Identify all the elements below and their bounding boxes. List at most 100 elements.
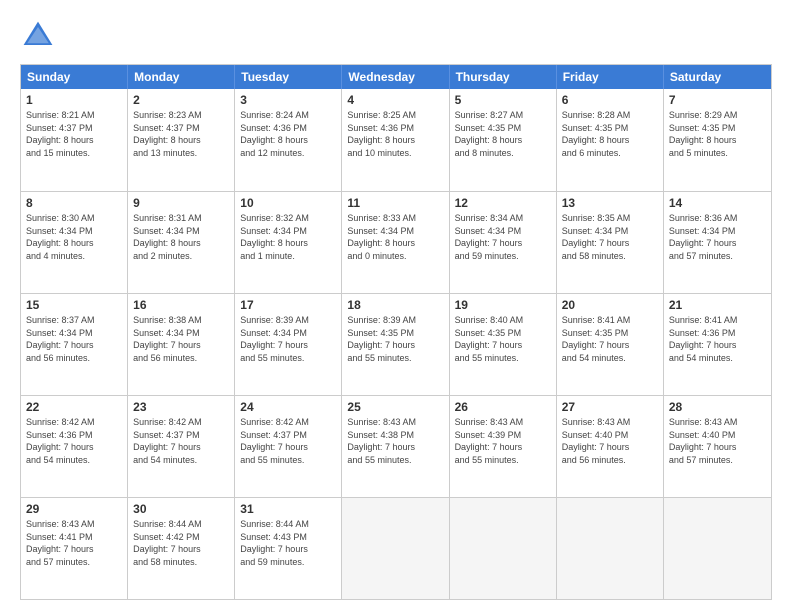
day-info: Sunrise: 8:24 AM Sunset: 4:36 PM Dayligh…	[240, 109, 336, 159]
day-cell-31: 31Sunrise: 8:44 AM Sunset: 4:43 PM Dayli…	[235, 498, 342, 599]
logo-icon	[20, 18, 56, 54]
day-info: Sunrise: 8:43 AM Sunset: 4:38 PM Dayligh…	[347, 416, 443, 466]
day-cell-16: 16 Sunrise: 8:38 AM Sunset: 4:34 PM Dayli…	[128, 294, 235, 395]
day-info: Sunrise: 8:23 AM Sunset: 4:37 PM Dayligh…	[133, 109, 229, 159]
page: SundayMondayTuesdayWednesdayThursdayFrid…	[0, 0, 792, 612]
day-info: Sunrise: 8:30 AM Sunset: 4:34 PM Dayligh…	[26, 212, 122, 262]
day-number: 12	[455, 196, 551, 210]
day-info: Sunrise: 8:43 AM Sunset: 4:39 PM Dayligh…	[455, 416, 551, 466]
day-cell-28: 28 Sunrise: 8:43 AM Sunset: 4:40 PM Dayli…	[664, 396, 771, 497]
day-number: 23	[133, 400, 229, 414]
calendar: SundayMondayTuesdayWednesdayThursdayFrid…	[20, 64, 772, 600]
day-cell-12: 12 Sunrise: 8:34 AM Sunset: 4:34 PM Dayli…	[450, 192, 557, 293]
day-number: 3	[240, 93, 336, 107]
day-cell-13: 13 Sunrise: 8:35 AM Sunset: 4:34 PM Dayli…	[557, 192, 664, 293]
day-cell-1: 1 Sunrise: 8:21 AM Sunset: 4:37 PM Daylig…	[21, 89, 128, 191]
header-day-thursday: Thursday	[450, 65, 557, 89]
header-day-tuesday: Tuesday	[235, 65, 342, 89]
week-row-2: 8 Sunrise: 8:30 AM Sunset: 4:34 PM Daylig…	[21, 191, 771, 293]
day-number: 18	[347, 298, 443, 312]
day-info: Sunrise: 8:35 AM Sunset: 4:34 PM Dayligh…	[562, 212, 658, 262]
day-number: 2	[133, 93, 229, 107]
day-cell-25: 25 Sunrise: 8:43 AM Sunset: 4:38 PM Dayli…	[342, 396, 449, 497]
header-day-wednesday: Wednesday	[342, 65, 449, 89]
day-number: 6	[562, 93, 658, 107]
empty-cell	[342, 498, 449, 599]
day-info: Sunrise: 8:39 AM Sunset: 4:34 PM Dayligh…	[240, 314, 336, 364]
day-info: Sunrise: 8:44 AM Sunset: 4:43 PM Dayligh…	[240, 518, 336, 568]
day-number: 9	[133, 196, 229, 210]
day-number: 21	[669, 298, 766, 312]
day-number: 7	[669, 93, 766, 107]
header	[20, 18, 772, 54]
day-cell-4: 4 Sunrise: 8:25 AM Sunset: 4:36 PM Daylig…	[342, 89, 449, 191]
day-number: 27	[562, 400, 658, 414]
day-cell-14: 14Sunrise: 8:36 AM Sunset: 4:34 PM Dayli…	[664, 192, 771, 293]
day-info: Sunrise: 8:34 AM Sunset: 4:34 PM Dayligh…	[455, 212, 551, 262]
day-number: 10	[240, 196, 336, 210]
day-cell-9: 9 Sunrise: 8:31 AM Sunset: 4:34 PM Daylig…	[128, 192, 235, 293]
week-row-3: 15 Sunrise: 8:37 AM Sunset: 4:34 PM Dayli…	[21, 293, 771, 395]
day-number: 25	[347, 400, 443, 414]
day-info: Sunrise: 8:27 AM Sunset: 4:35 PM Dayligh…	[455, 109, 551, 159]
day-cell-24: 24 Sunrise: 8:42 AM Sunset: 4:37 PM Dayli…	[235, 396, 342, 497]
week-row-1: 1 Sunrise: 8:21 AM Sunset: 4:37 PM Daylig…	[21, 89, 771, 191]
day-number: 8	[26, 196, 122, 210]
day-cell-21: 21 Sunrise: 8:41 AM Sunset: 4:36 PM Dayli…	[664, 294, 771, 395]
day-cell-6: 6 Sunrise: 8:28 AM Sunset: 4:35 PM Daylig…	[557, 89, 664, 191]
day-cell-26: 26 Sunrise: 8:43 AM Sunset: 4:39 PM Dayli…	[450, 396, 557, 497]
day-number: 13	[562, 196, 658, 210]
header-day-monday: Monday	[128, 65, 235, 89]
day-number: 24	[240, 400, 336, 414]
day-number: 26	[455, 400, 551, 414]
day-info: Sunrise: 8:40 AM Sunset: 4:35 PM Dayligh…	[455, 314, 551, 364]
logo	[20, 18, 62, 54]
day-cell-22: 22Sunrise: 8:42 AM Sunset: 4:36 PM Dayli…	[21, 396, 128, 497]
day-cell-10: 10 Sunrise: 8:32 AM Sunset: 4:34 PM Dayli…	[235, 192, 342, 293]
day-info: Sunrise: 8:42 AM Sunset: 4:36 PM Dayligh…	[26, 416, 122, 466]
day-cell-7: 7 Sunrise: 8:29 AM Sunset: 4:35 PM Daylig…	[664, 89, 771, 191]
day-number: 30	[133, 502, 229, 516]
day-info: Sunrise: 8:43 AM Sunset: 4:40 PM Dayligh…	[669, 416, 766, 466]
day-number: 11	[347, 196, 443, 210]
day-number: 16	[133, 298, 229, 312]
header-day-saturday: Saturday	[664, 65, 771, 89]
week-row-4: 22Sunrise: 8:42 AM Sunset: 4:36 PM Dayli…	[21, 395, 771, 497]
week-row-5: 29Sunrise: 8:43 AM Sunset: 4:41 PM Dayli…	[21, 497, 771, 599]
day-info: Sunrise: 8:44 AM Sunset: 4:42 PM Dayligh…	[133, 518, 229, 568]
day-info: Sunrise: 8:31 AM Sunset: 4:34 PM Dayligh…	[133, 212, 229, 262]
day-cell-30: 30 Sunrise: 8:44 AM Sunset: 4:42 PM Dayli…	[128, 498, 235, 599]
calendar-body: 1 Sunrise: 8:21 AM Sunset: 4:37 PM Daylig…	[21, 89, 771, 599]
day-info: Sunrise: 8:32 AM Sunset: 4:34 PM Dayligh…	[240, 212, 336, 262]
day-cell-2: 2 Sunrise: 8:23 AM Sunset: 4:37 PM Daylig…	[128, 89, 235, 191]
day-info: Sunrise: 8:41 AM Sunset: 4:36 PM Dayligh…	[669, 314, 766, 364]
day-number: 29	[26, 502, 122, 516]
day-number: 19	[455, 298, 551, 312]
day-info: Sunrise: 8:43 AM Sunset: 4:40 PM Dayligh…	[562, 416, 658, 466]
day-cell-17: 17Sunrise: 8:39 AM Sunset: 4:34 PM Dayli…	[235, 294, 342, 395]
day-number: 15	[26, 298, 122, 312]
day-info: Sunrise: 8:29 AM Sunset: 4:35 PM Dayligh…	[669, 109, 766, 159]
calendar-header: SundayMondayTuesdayWednesdayThursdayFrid…	[21, 65, 771, 89]
day-cell-3: 3 Sunrise: 8:24 AM Sunset: 4:36 PM Daylig…	[235, 89, 342, 191]
day-info: Sunrise: 8:37 AM Sunset: 4:34 PM Dayligh…	[26, 314, 122, 364]
day-info: Sunrise: 8:42 AM Sunset: 4:37 PM Dayligh…	[240, 416, 336, 466]
day-cell-23: 23Sunrise: 8:42 AM Sunset: 4:37 PM Dayli…	[128, 396, 235, 497]
empty-cell	[557, 498, 664, 599]
day-cell-27: 27 Sunrise: 8:43 AM Sunset: 4:40 PM Dayli…	[557, 396, 664, 497]
day-number: 14	[669, 196, 766, 210]
day-cell-19: 19 Sunrise: 8:40 AM Sunset: 4:35 PM Dayli…	[450, 294, 557, 395]
day-info: Sunrise: 8:33 AM Sunset: 4:34 PM Dayligh…	[347, 212, 443, 262]
day-number: 1	[26, 93, 122, 107]
empty-cell	[450, 498, 557, 599]
day-cell-15: 15 Sunrise: 8:37 AM Sunset: 4:34 PM Dayli…	[21, 294, 128, 395]
day-number: 5	[455, 93, 551, 107]
day-number: 28	[669, 400, 766, 414]
day-info: Sunrise: 8:28 AM Sunset: 4:35 PM Dayligh…	[562, 109, 658, 159]
day-info: Sunrise: 8:25 AM Sunset: 4:36 PM Dayligh…	[347, 109, 443, 159]
day-cell-8: 8 Sunrise: 8:30 AM Sunset: 4:34 PM Daylig…	[21, 192, 128, 293]
day-info: Sunrise: 8:38 AM Sunset: 4:34 PM Dayligh…	[133, 314, 229, 364]
day-info: Sunrise: 8:21 AM Sunset: 4:37 PM Dayligh…	[26, 109, 122, 159]
day-number: 4	[347, 93, 443, 107]
header-day-friday: Friday	[557, 65, 664, 89]
